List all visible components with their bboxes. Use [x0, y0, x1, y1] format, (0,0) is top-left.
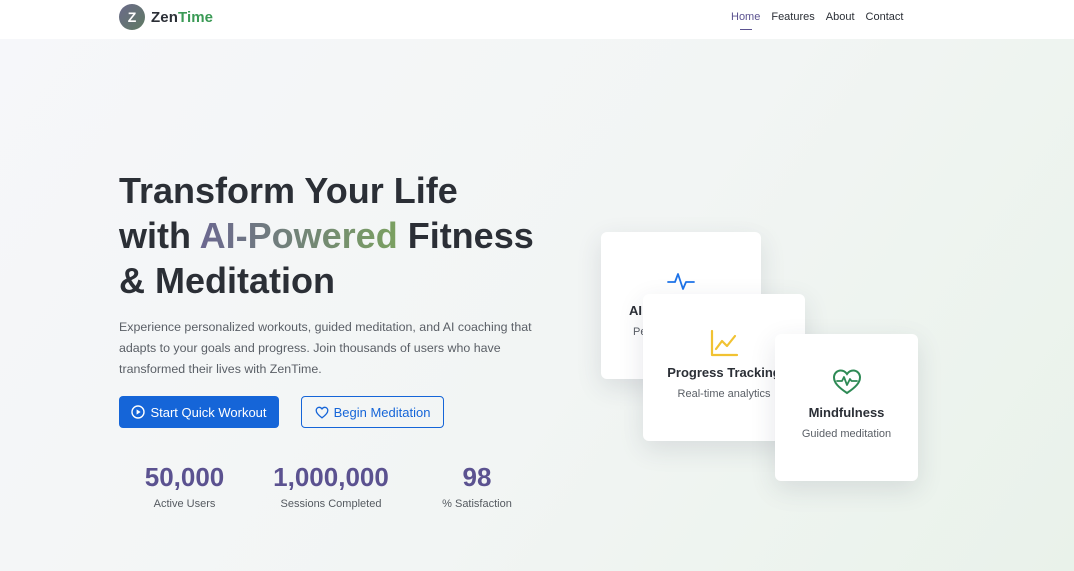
nav-home[interactable]: Home	[731, 11, 760, 23]
start-quick-workout-label: Start Quick Workout	[150, 404, 267, 420]
heart-icon	[315, 406, 329, 419]
feature-card-subtitle: Guided meditation	[801, 428, 892, 440]
brand-name-part1: Zen	[151, 8, 178, 26]
start-quick-workout-button[interactable]: Start Quick Workout	[119, 396, 279, 428]
navbar: Z ZenTime Home Features About Contact	[0, 0, 1074, 39]
hero-subtitle: Experience personalized workouts, guided…	[119, 320, 532, 376]
hero-title-line1: Transform Your Life	[119, 170, 458, 211]
hero-title-line3: & Meditation	[119, 260, 335, 301]
nav-about[interactable]: About	[826, 11, 855, 23]
play-circle-icon	[131, 405, 146, 419]
hero-title-after: Fitness	[397, 215, 534, 256]
feature-card-title: AI	[629, 303, 642, 318]
nav-links: Home Features About Contact	[731, 11, 914, 30]
heart-pulse-icon	[832, 368, 862, 401]
stat-label: Sessions Completed	[280, 498, 382, 510]
activity-icon	[667, 270, 695, 297]
chart-line-icon	[709, 328, 739, 363]
stat-value: 98	[462, 462, 492, 492]
logo-badge: Z	[119, 4, 145, 30]
nav-active-underline	[740, 29, 752, 30]
begin-meditation-button[interactable]: Begin Meditation	[301, 396, 444, 428]
nav-contact[interactable]: Contact	[866, 11, 904, 23]
feature-card-mindfulness[interactable]: Mindfulness Guided meditation	[775, 334, 918, 481]
brand-name-part2: Time	[177, 8, 214, 26]
feature-card-title: Mindfulness	[808, 405, 885, 420]
brand-name: ZenTime	[151, 9, 213, 26]
hero-title-highlight: AI-Powered	[199, 215, 398, 256]
hero-title-with: with	[119, 215, 200, 256]
stat-satisfaction: 98 % Satisfaction	[432, 461, 522, 510]
stat-value: 1,000,000	[273, 462, 389, 492]
nav-features[interactable]: Features	[771, 11, 814, 23]
stat-label: % Satisfaction	[442, 498, 512, 510]
stat-sessions-completed: 1,000,000 Sessions Completed	[266, 461, 396, 510]
begin-meditation-label: Begin Meditation	[333, 404, 431, 420]
stat-active-users: 50,000 Active Users	[137, 461, 232, 510]
brand-logo[interactable]: Z ZenTime	[119, 4, 213, 30]
stat-value: 50,000	[144, 462, 225, 492]
stat-label: Active Users	[153, 498, 216, 510]
hero-title: Transform Your Life with AI-Powered Fitn…	[119, 168, 579, 303]
